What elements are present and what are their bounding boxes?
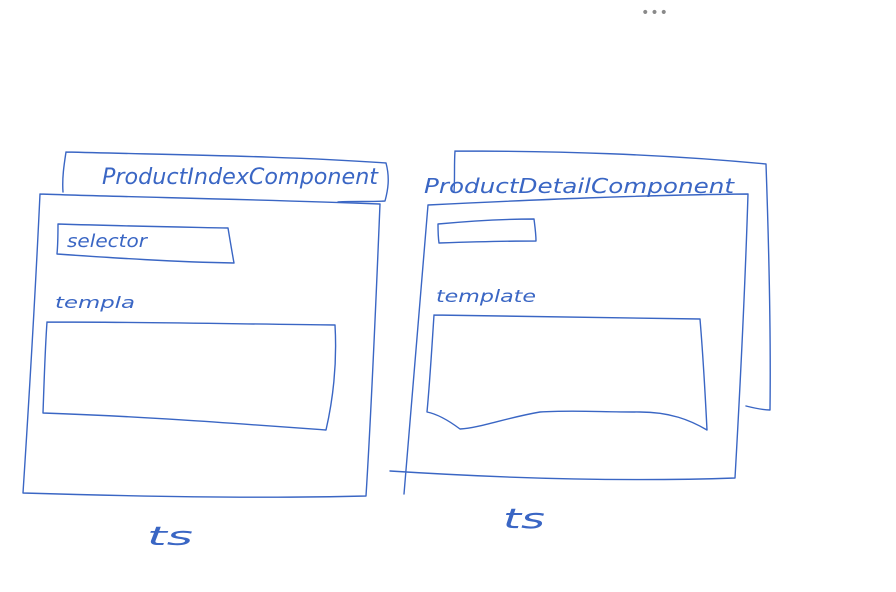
left-file-label: ts [147, 522, 193, 552]
right-component-sketch: ProductDetailComponent template ts [389, 150, 771, 535]
right-component-title: ProductDetailComponent [424, 174, 735, 198]
left-component-title: ProductIndexComponent [102, 165, 379, 190]
left-component-sketch: ProductIndexComponent selector templa ts [22, 151, 389, 552]
left-selector-label: selector [67, 231, 149, 252]
whiteboard-canvas[interactable]: ProductIndexComponent selector templa ts… [0, 0, 896, 592]
right-selector-box [437, 218, 537, 244]
right-template-box [426, 314, 708, 431]
left-template-box [42, 321, 337, 431]
right-template-label: template [436, 287, 536, 307]
right-file-label: ts [503, 502, 545, 535]
right-front-frame [389, 193, 749, 495]
left-template-label: templa [55, 293, 135, 312]
